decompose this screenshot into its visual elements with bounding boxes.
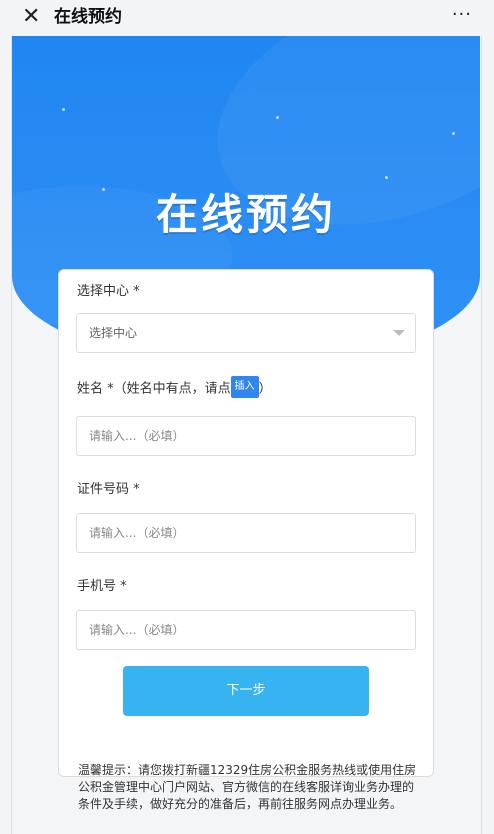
center-select[interactable]: 选择中心 [76,313,416,353]
phone-placeholder: 请输入...（必填） [89,623,185,637]
tips-text: 温馨提示：请您拨打新疆12329住房公积金服务热线或使用住房公积金管理中心门户网… [78,763,417,811]
phone-label: 手机号 * [77,579,127,594]
star-decoration [276,116,279,119]
name-label-text: 姓名 *（姓名中有点，请点 [77,381,231,397]
id-number-label: 证件号码 * [77,482,140,497]
star-decoration [62,108,65,111]
phone-input[interactable]: 请输入...（必填） [76,610,416,650]
center-select-value: 选择中心 [89,326,138,340]
next-button[interactable]: 下一步 [123,666,369,716]
star-decoration [452,132,455,135]
star-decoration [385,176,388,179]
close-icon[interactable]: ✕ [22,6,44,28]
dropdown-caret-icon [393,330,405,336]
name-input[interactable]: 请输入...（必填） [76,416,416,456]
name-label-suffix: ） [258,381,272,397]
insert-dot-button[interactable]: 插入 [230,376,259,398]
top-bar: ✕ 在线预约 ··· [0,0,494,36]
appointment-form: 选择中心 * 选择中心 姓名 *（姓名中有点，请点 插入） 请输入...（必填） … [58,269,434,777]
content-area: 在线预约 选择中心 * 选择中心 姓名 *（姓名中有点，请点 插入） 请输入...… [12,36,480,834]
name-input-placeholder: 请输入...（必填） [89,429,185,443]
hero-title: 在线预约 [155,190,336,239]
right-border [481,36,482,834]
id-number-placeholder: 请输入...（必填） [89,526,185,540]
more-icon[interactable]: ··· [452,6,472,24]
id-number-input[interactable]: 请输入...（必填） [76,513,416,553]
name-label: 姓名 *（姓名中有点，请点 插入） [77,376,272,400]
page-title: 在线预约 [54,7,122,27]
center-label: 选择中心 * [77,284,140,299]
